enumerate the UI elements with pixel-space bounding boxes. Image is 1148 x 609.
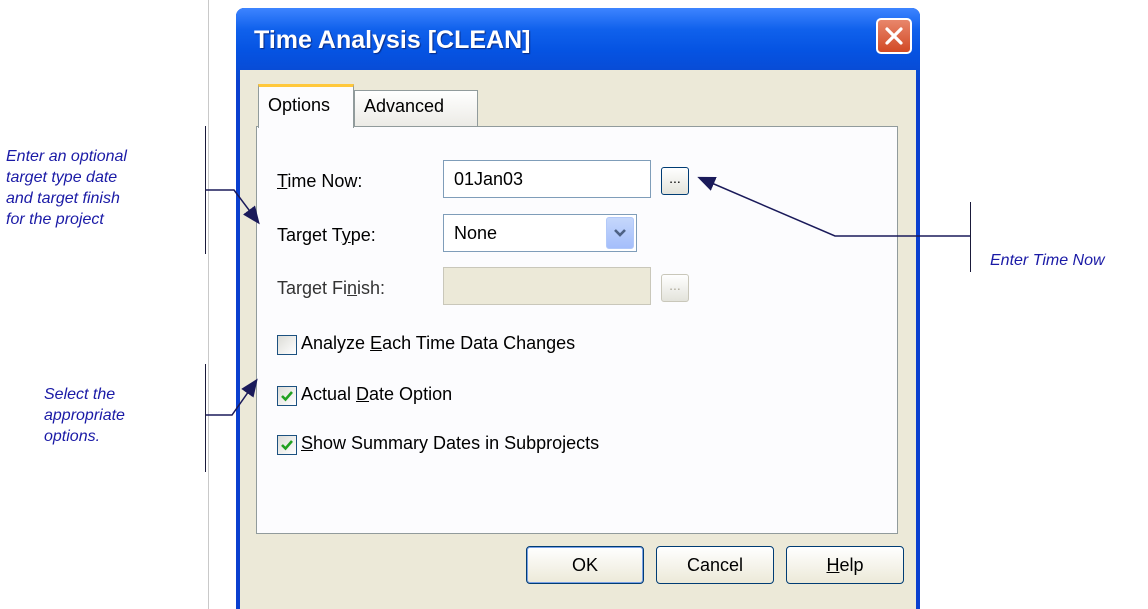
- tab-options-label: Options: [268, 95, 331, 115]
- ok-button[interactable]: OK: [526, 546, 644, 584]
- options-note-line: Select the: [44, 386, 116, 403]
- tab-advanced-label: Advanced: [364, 96, 445, 116]
- label-accel: n: [347, 278, 358, 298]
- label-accel: S: [301, 433, 314, 453]
- close-icon: [885, 27, 903, 45]
- label-accel: E: [370, 333, 383, 353]
- time-now-value: 01Jan03: [454, 169, 524, 189]
- target-type-label: Target Type:: [277, 225, 376, 246]
- label-text: ish:: [357, 278, 386, 298]
- label-accel: y: [341, 225, 351, 245]
- label-text: ach Time Data Changes: [382, 333, 576, 353]
- label-text: ime Now:: [287, 171, 363, 191]
- tab-advanced[interactable]: Advanced: [354, 90, 478, 126]
- label-text: pe:: [350, 225, 376, 245]
- options-note-line: options.: [44, 428, 101, 445]
- target-note-line: and target finish: [6, 190, 120, 207]
- target-type-dropdown-button[interactable]: [606, 217, 634, 249]
- label-text: Target Fi: [277, 278, 348, 298]
- checkbox-label: Actual Date Option: [301, 384, 452, 405]
- checkbox-label: Show Summary Dates in Subprojects: [301, 433, 599, 454]
- checkbox-box[interactable]: [277, 335, 297, 355]
- checkbox-label: Analyze Each Time Data Changes: [301, 333, 575, 354]
- close-button[interactable]: [876, 18, 912, 54]
- help-label: elp: [839, 555, 864, 575]
- checkbox-show-summary[interactable]: Show Summary Dates in Subprojects: [277, 433, 697, 459]
- target-type-value: None: [454, 223, 498, 243]
- options-panel: Time Now: 01Jan03 ... Target Type: None: [256, 126, 898, 534]
- checkbox-box[interactable]: [277, 386, 297, 406]
- target-note: Enter an optional target type date and t…: [6, 146, 127, 230]
- label-accel: T: [277, 171, 288, 191]
- target-finish-browse-button[interactable]: ...: [661, 274, 689, 302]
- checkmark-icon: [281, 391, 293, 402]
- cancel-button[interactable]: Cancel: [656, 546, 774, 584]
- label-text: Target T: [277, 225, 342, 245]
- checkmark-icon: [281, 440, 293, 451]
- checkbox-box[interactable]: [277, 435, 297, 455]
- time-analysis-dialog: Time Analysis [CLEAN] Options Advanced T…: [236, 8, 920, 609]
- dialog-title: Time Analysis [CLEAN]: [254, 26, 531, 54]
- time-now-note-bracket: [970, 202, 971, 272]
- target-finish-input[interactable]: [443, 267, 651, 305]
- label-accel: D: [356, 384, 370, 404]
- tab-options[interactable]: Options: [258, 84, 354, 128]
- target-note-bracket: [205, 126, 206, 254]
- label-text: Actual: [301, 384, 357, 404]
- target-note-line: target type date: [6, 169, 118, 186]
- target-finish-label: Target Finish:: [277, 278, 385, 299]
- time-now-input[interactable]: 01Jan03: [443, 160, 651, 198]
- time-now-browse-button[interactable]: ...: [661, 167, 689, 195]
- options-note-bracket: [205, 364, 206, 472]
- target-note-line: Enter an optional: [6, 148, 127, 165]
- help-button[interactable]: Help: [786, 546, 904, 584]
- options-note: Select the appropriate options.: [44, 384, 125, 447]
- options-note-line: appropriate: [44, 407, 125, 424]
- chevron-down-icon: [614, 229, 626, 237]
- time-now-note: Enter Time Now: [990, 252, 1105, 269]
- target-note-line: for the project: [6, 211, 104, 228]
- label-text: ate Option: [369, 384, 453, 404]
- checkbox-analyze-each[interactable]: Analyze Each Time Data Changes: [277, 333, 697, 359]
- label-text: Analyze: [301, 333, 371, 353]
- dialog-client-area: Options Advanced Time Now: 01Jan03 ... T…: [240, 70, 916, 609]
- checkbox-actual-date[interactable]: Actual Date Option: [277, 384, 697, 410]
- label-text: how Summary Dates in Subprojects: [313, 433, 600, 453]
- time-now-label: Time Now:: [277, 171, 362, 192]
- target-type-select[interactable]: None: [443, 214, 637, 252]
- page-separator-line: [208, 0, 209, 609]
- help-accel: H: [826, 555, 840, 575]
